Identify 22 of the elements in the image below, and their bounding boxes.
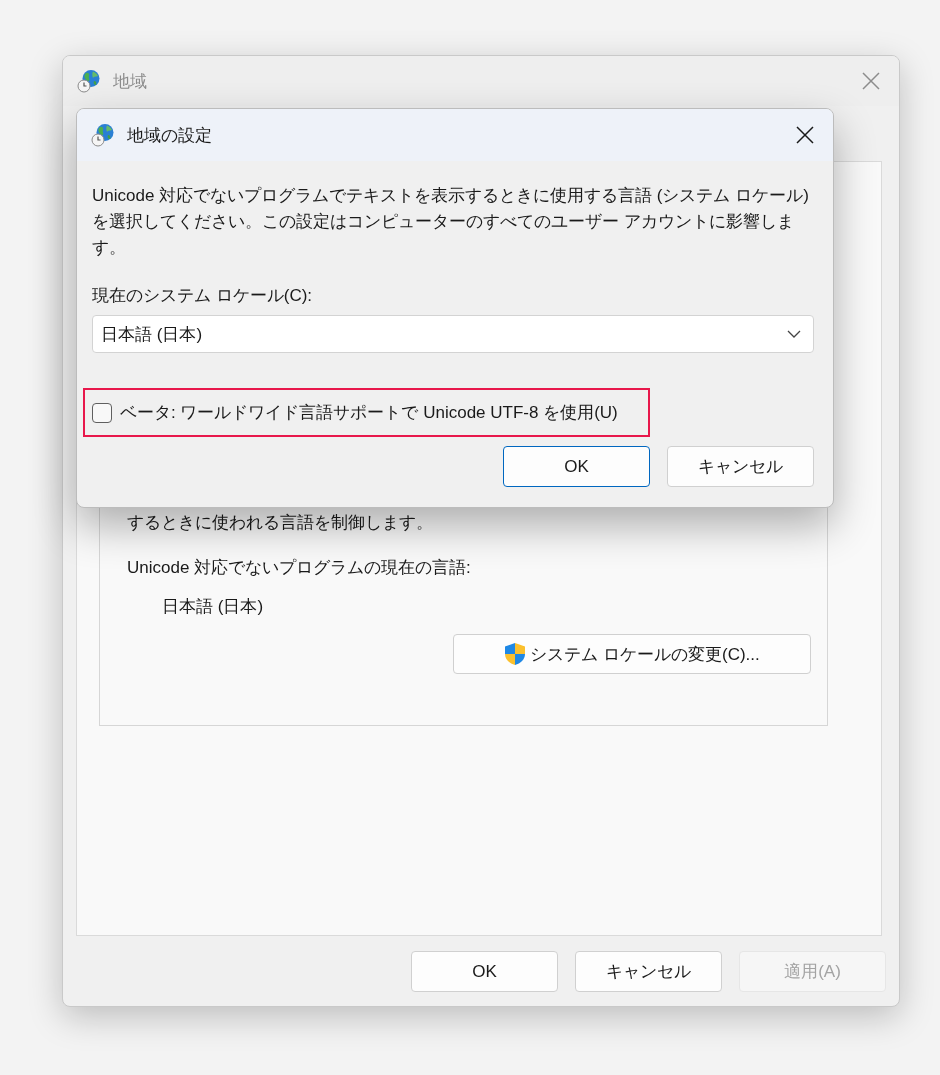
- shield-icon: [504, 642, 527, 666]
- locale-select[interactable]: 日本語 (日本): [92, 315, 814, 353]
- dialog-button[interactable]: OK: [503, 446, 650, 487]
- utf8-checkbox[interactable]: [92, 402, 112, 423]
- dialog-title: 地域の設定: [127, 124, 213, 147]
- chevron-down-icon: [787, 330, 801, 338]
- dialog-button[interactable]: キャンセル: [667, 446, 814, 487]
- change-locale-button[interactable]: システム ロケールの変更(C)...: [453, 634, 811, 674]
- select-value: 日本語 (日本): [101, 323, 204, 346]
- description-text: するときに使われる言語を制御します。: [127, 512, 434, 534]
- globe-clock-icon: [91, 123, 115, 147]
- field-label: 現在のシステム ロケール(C):: [92, 285, 314, 307]
- field-label: Unicode 対応でないプログラムの現在の言語:: [127, 557, 472, 579]
- dialog-button[interactable]: キャンセル: [575, 951, 722, 992]
- close-icon: [862, 72, 880, 90]
- dialog-button[interactable]: OK: [411, 951, 558, 992]
- current-language-text: 日本語 (日本): [162, 596, 265, 618]
- globe-clock-icon: [77, 69, 101, 93]
- close-icon: [796, 126, 814, 144]
- description-text: Unicode 対応でないプログラムでテキストを表示するときに使用する言語 (システム ロケール) を選択してください。この設定はコンピューターのすべてのユーザー アカウントに影響します。: [92, 185, 810, 259]
- checkbox-label[interactable]: ベータ: ワールドワイド言語サポートで Unicode UTF-8 を使用(U): [120, 401, 618, 424]
- window-title: 地域: [113, 70, 148, 93]
